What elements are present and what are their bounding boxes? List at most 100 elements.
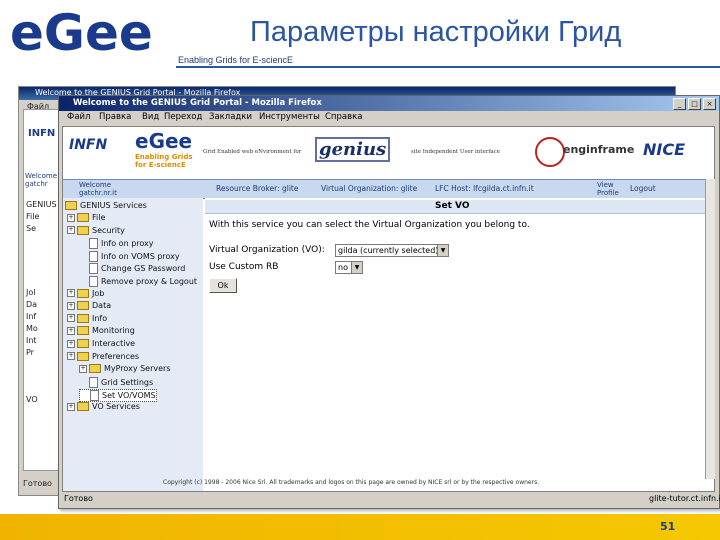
tree-item[interactable]: + Security — [67, 225, 125, 235]
document-icon — [89, 263, 98, 275]
ok-button[interactable]: Ok — [209, 278, 237, 293]
menu-help[interactable]: Справка — [325, 112, 362, 122]
tree-item[interactable]: Set VO/VOMS — [79, 389, 157, 403]
tree-item-label: Set VO/VOMS — [102, 391, 156, 401]
menu-view[interactable]: Вид — [142, 112, 159, 122]
tree-item-label: Info — [92, 313, 108, 323]
expand-toggle-icon[interactable]: + — [67, 226, 75, 235]
copyright-footer: Copyright (c) 1998 - 2006 Nice Srl. All … — [163, 479, 540, 486]
tree-item[interactable]: + Monitoring — [67, 326, 135, 336]
tree-root-label: GENIUS Services — [80, 201, 147, 210]
nav-virtual-organization[interactable]: Virtual Organization: glite — [321, 184, 417, 193]
vo-select[interactable]: gilda (currently selected) ▼ — [335, 244, 449, 257]
folder-icon — [77, 301, 89, 311]
background-tree-item[interactable]: Jol — [26, 288, 35, 297]
close-button[interactable]: × — [703, 98, 716, 110]
slide-footer-bar: 51 — [0, 514, 720, 540]
nav-resource-broker[interactable]: Resource Broker: glite — [216, 184, 298, 193]
tree-item[interactable]: Info on VOMS proxy — [79, 250, 180, 262]
egee-banner-tagline: Enabling Grids for E-sciencE — [135, 153, 193, 169]
menu-bookmarks[interactable]: Закладки — [209, 112, 252, 122]
expand-toggle-icon[interactable]: + — [67, 289, 75, 298]
browser-window[interactable]: Welcome to the GENIUS Grid Portal - Mozi… — [58, 95, 720, 509]
tree-item[interactable]: Info on proxy — [79, 238, 154, 250]
background-tree-item[interactable]: Inf — [26, 312, 36, 321]
tree-item-label: Interactive — [92, 339, 136, 348]
expand-toggle-icon[interactable]: + — [67, 352, 75, 361]
menu-tools[interactable]: Инструменты — [259, 112, 320, 122]
vo-select-value: gilda (currently selected) — [338, 246, 439, 255]
tree-item[interactable]: + MyProxy Servers — [79, 364, 171, 374]
document-icon — [89, 238, 98, 250]
egee-banner-logo: eGee — [135, 129, 193, 153]
tree-item[interactable]: Remove proxy & Logout — [79, 276, 197, 287]
panel-description: With this service you can select the Vir… — [209, 220, 530, 230]
portal-nav-bar: Welcome gatchr.nr.it Resource Broker: gl… — [63, 179, 714, 199]
background-tree-item[interactable]: Da — [26, 300, 37, 309]
custom-rb-select[interactable]: no ▼ — [335, 261, 363, 274]
tree-item[interactable]: + File — [67, 213, 105, 222]
tree-item[interactable]: + Info — [67, 313, 108, 323]
folder-icon — [77, 326, 89, 336]
background-tree-item[interactable]: VO — [26, 395, 38, 404]
folder-icon — [77, 213, 89, 222]
background-window-content: INFN Welcome gatchr GENIUS File Se Jol D… — [23, 109, 63, 471]
background-tree-item[interactable]: Mo — [26, 324, 38, 333]
tree-item[interactable]: + Preferences — [67, 351, 140, 361]
expand-toggle-icon[interactable]: + — [67, 326, 75, 335]
chevron-down-icon[interactable]: ▼ — [351, 262, 362, 273]
portal-banner: INFN eGee Enabling Grids for E-sciencE G… — [63, 127, 714, 179]
infn-logo: INFN — [69, 137, 108, 153]
menu-go[interactable]: Переход — [164, 112, 202, 122]
expand-toggle-icon[interactable]: + — [67, 213, 75, 222]
folder-icon — [89, 364, 101, 374]
panel-title: Set VO — [435, 201, 470, 211]
background-tree-item[interactable]: File — [26, 212, 39, 221]
background-tree-item[interactable]: Pr — [26, 348, 34, 357]
tree-item[interactable]: Grid Settings — [79, 376, 154, 388]
tree-item[interactable]: + Data — [67, 301, 111, 311]
tree-item-label: Security — [92, 225, 125, 235]
tree-item-label: Monitoring — [92, 326, 135, 336]
expand-toggle-icon[interactable]: + — [67, 402, 75, 411]
background-status-text: Готово — [23, 479, 52, 488]
folder-icon — [77, 351, 89, 361]
status-host: glite-tutor.ct.infn.it — [649, 494, 720, 503]
folder-icon — [77, 339, 89, 348]
chevron-down-icon[interactable]: ▼ — [437, 245, 448, 256]
tree-item[interactable]: + Interactive — [67, 339, 135, 348]
tree-item-label: File — [92, 213, 106, 222]
nav-logout[interactable]: Logout — [630, 184, 656, 193]
tree-item-label: VO Services — [92, 402, 140, 411]
tree-item[interactable]: + VO Services — [67, 402, 140, 411]
menu-edit[interactable]: Правка — [99, 112, 131, 122]
background-nav-welcome: Welcome gatchr — [25, 172, 58, 188]
tree-item-label: Preferences — [92, 351, 140, 361]
main-content: Set VO With this service you can select … — [205, 198, 714, 491]
tree-item-label: Info on proxy — [101, 239, 154, 249]
tree-item-label: Grid Settings — [101, 377, 154, 387]
expand-toggle-icon[interactable]: + — [67, 339, 75, 348]
tree-item[interactable]: Change GS Password — [79, 263, 185, 275]
maximize-button[interactable]: □ — [688, 98, 701, 110]
enginframe-logo: enginframe — [563, 143, 635, 156]
tree-root[interactable]: GENIUS Services — [65, 201, 147, 210]
expand-toggle-icon[interactable]: + — [67, 301, 75, 310]
tree-item[interactable]: + Job — [67, 288, 104, 298]
genius-suffix: site Independent User interface — [411, 149, 501, 155]
nice-logo: NICE — [643, 140, 686, 159]
minimize-button[interactable]: _ — [673, 98, 686, 110]
folder-icon — [77, 225, 89, 235]
status-text: Готово — [64, 494, 93, 503]
folder-icon — [77, 288, 89, 298]
nav-lfc-host[interactable]: LFC Host: lfcgilda.ct.infn.it — [435, 184, 534, 193]
background-tree-item[interactable]: GENIUS — [26, 200, 57, 209]
window-titlebar[interactable]: Welcome to the GENIUS Grid Portal - Mozi… — [59, 96, 719, 111]
menu-file[interactable]: Файл — [67, 112, 90, 122]
nav-view-profile[interactable]: View Profile — [597, 181, 625, 197]
background-tree-item[interactable]: Se — [26, 224, 36, 233]
expand-toggle-icon[interactable]: + — [79, 364, 87, 373]
expand-toggle-icon[interactable]: + — [67, 314, 75, 323]
vertical-scrollbar[interactable] — [705, 179, 715, 479]
background-tree-item[interactable]: Int — [26, 336, 37, 345]
